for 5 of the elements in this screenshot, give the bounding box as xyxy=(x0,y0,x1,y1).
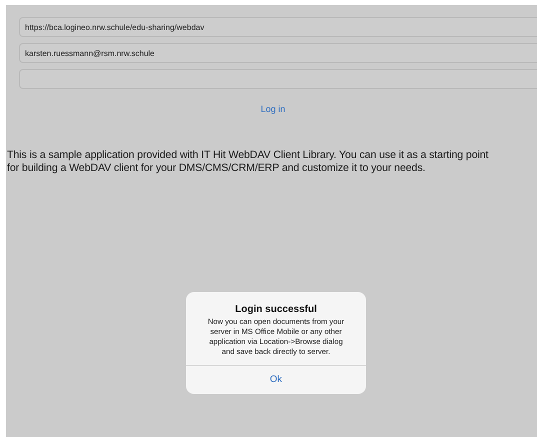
alert-title: Login successful xyxy=(235,304,317,315)
description-text: This is a sample application provided with IT Hit WebDAV Client Library. You can use it as a starting point for building a WebDAV client for your DMS/CMS/CRM/ERP and customize it to your needs. xyxy=(7,149,490,175)
input-field[interactable]: https://bca.logineo.nrw.schule/edu-sharing/webdav xyxy=(19,17,537,37)
ok-button[interactable]: Ok xyxy=(186,365,366,394)
input-field[interactable]: karsten.ruessmann@rsm.nrw.schule xyxy=(19,43,537,63)
